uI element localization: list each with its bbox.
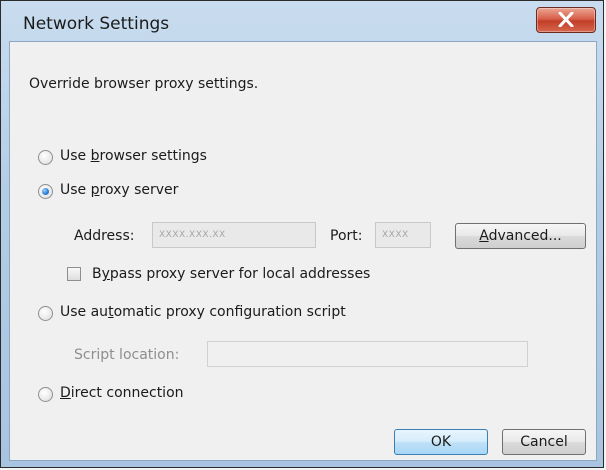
address-input[interactable]: XXXX.XXX.XX [152,222,316,248]
network-settings-window: Network Settings Override browser proxy … [0,0,604,468]
label-use-proxy-server[interactable]: Use proxy server [60,182,178,198]
port-input[interactable]: XXXX [375,222,431,248]
description-text: Override browser proxy settings. [29,76,259,92]
advanced-button[interactable]: Advanced... [455,223,586,249]
radio-use-auto-config-script[interactable] [38,306,53,321]
dialog-body: Override browser proxy settings. Use bro… [9,41,597,461]
close-icon [558,12,574,27]
close-button[interactable] [536,7,596,33]
radio-use-browser-settings[interactable] [38,150,53,165]
label-direct-connection[interactable]: Direct connection [60,385,184,401]
ok-button[interactable]: OK [394,429,488,455]
cancel-button[interactable]: Cancel [502,429,586,455]
script-location-input[interactable] [207,341,528,367]
bypass-local-label[interactable]: Bypass proxy server for local addresses [92,266,370,282]
port-label: Port: [330,228,363,244]
title-bar[interactable]: Network Settings [1,1,603,41]
bypass-local-checkbox[interactable] [67,267,81,281]
radio-direct-connection[interactable] [38,387,53,402]
script-location-label: Script location: [74,347,180,363]
radio-use-proxy-server[interactable] [38,184,53,199]
address-label: Address: [74,228,135,244]
label-use-auto-config-script[interactable]: Use automatic proxy configuration script [60,304,346,320]
window-title: Network Settings [23,14,170,34]
label-use-browser-settings[interactable]: Use browser settings [60,148,207,164]
